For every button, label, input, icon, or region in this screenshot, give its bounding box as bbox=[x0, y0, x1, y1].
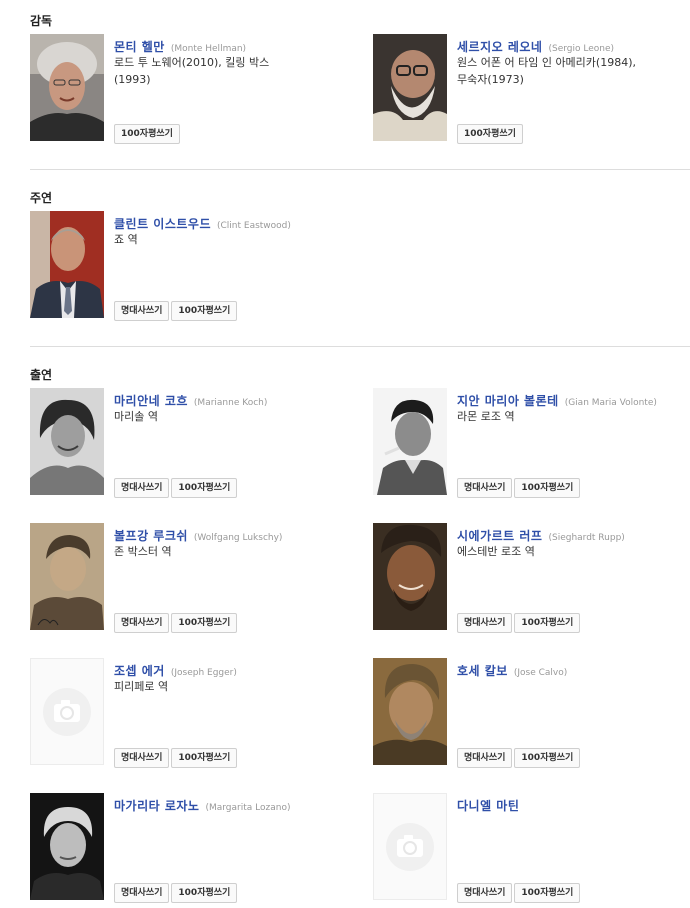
person-card-jose-calvo: 호세 칼보 (Jose Calvo) 명대사쓰기 100자평쓰기 bbox=[373, 658, 690, 768]
person-photo-placeholder[interactable] bbox=[30, 658, 104, 765]
person-photo[interactable] bbox=[373, 388, 447, 495]
person-name-link[interactable]: 다니엘 마틴 bbox=[457, 799, 519, 813]
person-role: 에스테반 로조 역 bbox=[457, 545, 535, 558]
person-english-name: (Monte Hellman) bbox=[170, 44, 247, 54]
person-card-monte-hellman: 몬티 헬만 (Monte Hellman) 로드 투 노웨어(2010), 킬링 … bbox=[30, 34, 350, 144]
person-name-link[interactable]: 시에가르트 러프 bbox=[457, 529, 542, 543]
write-quote-button[interactable]: 명대사쓰기 bbox=[457, 748, 513, 768]
write-review-button[interactable]: 100자평쓰기 bbox=[514, 613, 581, 633]
person-english-name: (Margarita Lozano) bbox=[205, 803, 291, 813]
person-name-link[interactable]: 호세 칼보 bbox=[457, 664, 508, 678]
write-quote-button[interactable]: 명대사쓰기 bbox=[457, 478, 513, 498]
person-photo[interactable] bbox=[30, 34, 104, 141]
person-photo-placeholder[interactable] bbox=[373, 793, 447, 900]
write-quote-button[interactable]: 명대사쓰기 bbox=[114, 883, 170, 903]
person-name-link[interactable]: 지안 마리아 볼론테 bbox=[457, 394, 559, 408]
person-card-sergio-leone: 세르지오 레오네 (Sergio Leone) 원스 어폰 어 타임 인 아메리카… bbox=[373, 34, 690, 144]
write-quote-button[interactable]: 명대사쓰기 bbox=[114, 301, 170, 321]
person-role: 라몬 로조 역 bbox=[457, 410, 515, 423]
section-divider bbox=[30, 169, 690, 170]
section-title-cast: 출연 bbox=[30, 368, 53, 382]
write-review-button[interactable]: 100자평쓰기 bbox=[457, 124, 523, 144]
camera-icon bbox=[43, 688, 91, 736]
person-name-link[interactable]: 마리안네 코흐 bbox=[114, 394, 188, 408]
person-role: 마리솔 역 bbox=[114, 410, 158, 423]
section-divider bbox=[30, 346, 690, 347]
person-english-name: (Sieghardt Rupp) bbox=[548, 533, 625, 543]
write-quote-button[interactable]: 명대사쓰기 bbox=[114, 478, 170, 498]
person-english-name: (Clint Eastwood) bbox=[217, 221, 291, 231]
write-review-button[interactable]: 100자평쓰기 bbox=[514, 478, 581, 498]
person-english-name: (Sergio Leone) bbox=[548, 44, 615, 54]
person-photo[interactable] bbox=[30, 211, 104, 318]
person-name-link[interactable]: 클린트 이스트우드 bbox=[114, 217, 211, 231]
write-review-button[interactable]: 100자평쓰기 bbox=[171, 478, 238, 498]
person-photo[interactable] bbox=[30, 523, 104, 630]
write-quote-button[interactable]: 명대사쓰기 bbox=[114, 748, 170, 768]
person-card-clint-eastwood: 클린트 이스트우드 (Clint Eastwood) 죠 역 명대사쓰기 100자평… bbox=[30, 211, 350, 321]
write-quote-button[interactable]: 명대사쓰기 bbox=[114, 613, 170, 633]
person-photo[interactable] bbox=[373, 34, 447, 141]
write-review-button[interactable]: 100자평쓰기 bbox=[514, 748, 581, 768]
person-filmography: 원스 어폰 어 타임 인 아메리카(1984), 무숙자(1973) bbox=[457, 56, 636, 86]
person-name-link[interactable]: 조셉 에거 bbox=[114, 664, 165, 678]
person-name-link[interactable]: 마가리타 로자노 bbox=[114, 799, 199, 813]
person-photo[interactable] bbox=[373, 523, 447, 630]
person-role: 죠 역 bbox=[114, 233, 138, 246]
person-filmography: 로드 투 노웨어(2010), 킬링 박스(1993) bbox=[114, 56, 270, 86]
person-card-wolfgang-lukschy: 볼프강 루크쉬 (Wolfgang Lukschy) 존 박스터 역 명대사쓰기 1… bbox=[30, 523, 350, 633]
person-english-name: (Wolfgang Lukschy) bbox=[193, 533, 283, 543]
section-title-lead: 주연 bbox=[30, 191, 53, 205]
person-english-name: (Marianne Koch) bbox=[193, 398, 268, 408]
person-name-link[interactable]: 몬티 헬만 bbox=[114, 40, 165, 54]
person-role: 피리페로 역 bbox=[114, 680, 169, 693]
write-review-button[interactable]: 100자평쓰기 bbox=[171, 301, 238, 321]
person-english-name: (Joseph Egger) bbox=[170, 668, 237, 678]
write-review-button[interactable]: 100자평쓰기 bbox=[514, 883, 581, 903]
write-quote-button[interactable]: 명대사쓰기 bbox=[457, 883, 513, 903]
person-card-margarita-lozano: 마가리타 로자노 (Margarita Lozano) 명대사쓰기 100자평쓰기 bbox=[30, 793, 350, 903]
write-review-button[interactable]: 100자평쓰기 bbox=[171, 613, 238, 633]
person-card-marianne-koch: 마리안네 코흐 (Marianne Koch) 마리솔 역 명대사쓰기 100자평쓰… bbox=[30, 388, 350, 498]
person-card-daniel-martin: 다니엘 마틴 명대사쓰기 100자평쓰기 bbox=[373, 793, 690, 903]
person-photo[interactable] bbox=[30, 388, 104, 495]
write-review-button[interactable]: 100자평쓰기 bbox=[114, 124, 180, 144]
write-review-button[interactable]: 100자평쓰기 bbox=[171, 883, 238, 903]
person-card-sieghardt-rupp: 시에가르트 러프 (Sieghardt Rupp) 에스테반 로조 역 명대사쓰기… bbox=[373, 523, 690, 633]
person-english-name: (Gian Maria Volonte) bbox=[564, 398, 657, 408]
camera-icon bbox=[386, 823, 434, 871]
person-photo[interactable] bbox=[373, 658, 447, 765]
write-quote-button[interactable]: 명대사쓰기 bbox=[457, 613, 513, 633]
person-english-name: (Jose Calvo) bbox=[513, 668, 568, 678]
person-role: 존 박스터 역 bbox=[114, 545, 172, 558]
write-review-button[interactable]: 100자평쓰기 bbox=[171, 748, 238, 768]
person-name-link[interactable]: 볼프강 루크쉬 bbox=[114, 529, 188, 543]
section-title-director: 감독 bbox=[30, 14, 53, 28]
person-name-link[interactable]: 세르지오 레오네 bbox=[457, 40, 542, 54]
person-photo[interactable] bbox=[30, 793, 104, 900]
person-card-joseph-egger: 조셉 에거 (Joseph Egger) 피리페로 역 명대사쓰기 100자평쓰기 bbox=[30, 658, 350, 768]
person-card-gian-maria-volonte: 지안 마리아 볼론테 (Gian Maria Volonte) 라몬 로조 역 명… bbox=[373, 388, 690, 498]
